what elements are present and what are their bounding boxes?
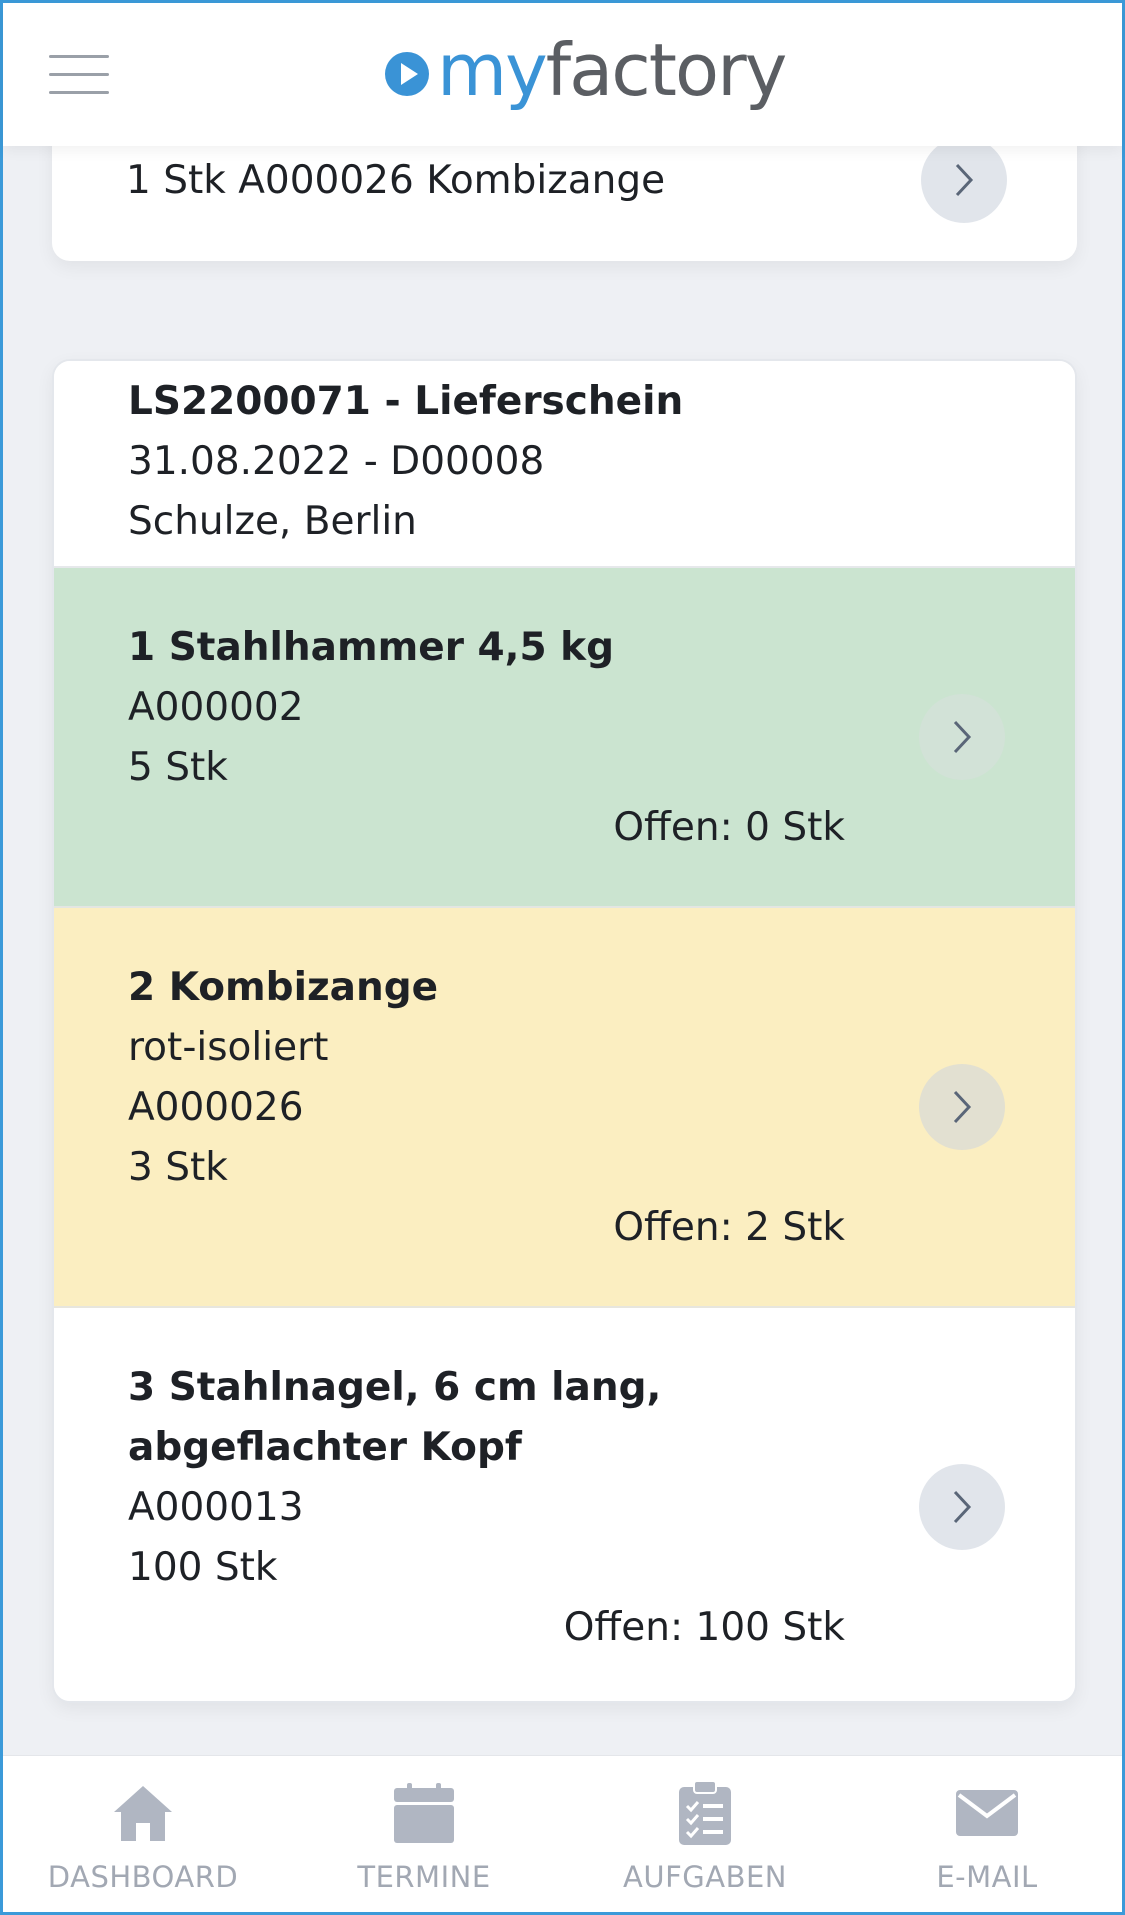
nav-label: AUFGABEN (623, 1860, 787, 1894)
chevron-right-icon (955, 163, 974, 197)
clipboard-icon (679, 1780, 731, 1845)
position-quantity: 5 Stk (128, 745, 228, 790)
position-article: A000026 (128, 1085, 304, 1130)
open-position-button[interactable] (919, 694, 1005, 780)
menu-icon[interactable] (49, 53, 109, 95)
calendar-icon (394, 1783, 454, 1843)
nav-label: TERMINE (357, 1860, 491, 1894)
delivery-note-header: LS2200071 - Lieferschein 31.08.2022 - D0… (54, 361, 1075, 568)
nav-aufgaben[interactable]: AUFGABEN (585, 1756, 825, 1913)
position-open: Offen: 0 Stk (613, 805, 845, 850)
delivery-note-title: LS2200071 - Lieferschein (128, 379, 684, 424)
nav-email[interactable]: E-MAIL (867, 1756, 1107, 1913)
chevron-right-icon (953, 1490, 972, 1524)
position-name: 3 Stahlnagel, 6 cm lang, (128, 1365, 662, 1410)
logo-my: my (437, 28, 548, 112)
position-name-continued: abgeflachter Kopf (128, 1425, 522, 1470)
position-name: 2 Kombizange (128, 965, 439, 1010)
mail-icon (956, 1790, 1018, 1836)
open-position-button[interactable] (919, 1464, 1005, 1550)
myfactory-logo: myfactory (383, 25, 788, 115)
position-open: Offen: 100 Stk (563, 1605, 845, 1650)
position-quantity: 3 Stk (128, 1145, 228, 1190)
position-open: Offen: 2 Stk (613, 1205, 845, 1250)
nav-label: E-MAIL (936, 1860, 1038, 1894)
nav-termine[interactable]: TERMINE (304, 1756, 544, 1913)
position-row[interactable]: 2 Kombizange rot-isoliert A000026 3 Stk … (54, 908, 1075, 1308)
open-position-button[interactable] (919, 1064, 1005, 1150)
nav-dashboard[interactable]: DASHBOARD (23, 1756, 263, 1913)
app-header: myfactory (3, 3, 1122, 146)
position-article: A000013 (128, 1485, 304, 1530)
position-name: 1 Stahlhammer 4,5 kg (128, 625, 615, 670)
nav-label: DASHBOARD (47, 1860, 239, 1894)
delivery-note-date: 31.08.2022 - D00008 (128, 439, 545, 484)
position-quantity: 100 Stk (128, 1545, 278, 1590)
delivery-note-customer: Schulze, Berlin (128, 499, 417, 544)
position-variant: rot-isoliert (128, 1025, 329, 1070)
logo-factory: factory (545, 28, 788, 112)
play-logo-icon (385, 52, 429, 96)
position-row[interactable]: 3 Stahlnagel, 6 cm lang, abgeflachter Ko… (54, 1308, 1075, 1701)
chevron-right-icon (953, 1090, 972, 1124)
list-item-text: 1 Stk A000026 Kombizange (126, 158, 666, 203)
home-icon (114, 1786, 172, 1841)
delivery-note-card: LS2200071 - Lieferschein 31.08.2022 - D0… (52, 359, 1077, 1703)
chevron-right-icon (953, 720, 972, 754)
position-row[interactable]: 1 Stahlhammer 4,5 kg A000002 5 Stk Offen… (54, 568, 1075, 908)
bottom-navigation: DASHBOARD TERMINE AUFGABEN E-MAIL (3, 1755, 1122, 1912)
open-detail-button[interactable] (921, 137, 1007, 223)
position-article: A000002 (128, 685, 304, 730)
